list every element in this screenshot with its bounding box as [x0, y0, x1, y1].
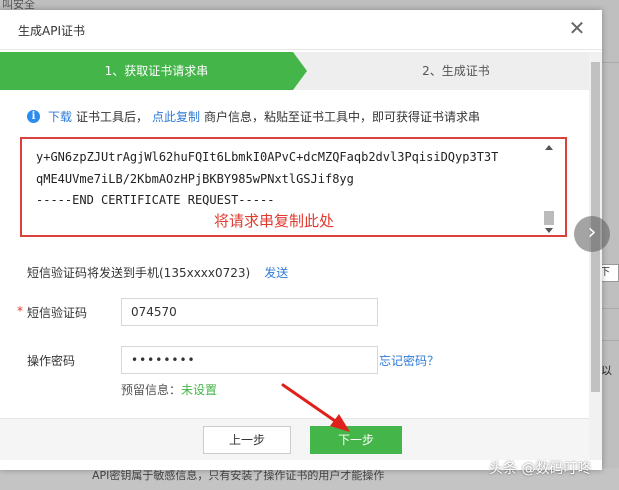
dialog-scrollbar[interactable]: [589, 52, 602, 460]
csr-line: -----END CERTIFICATE REQUEST-----: [36, 193, 275, 207]
operation-password-label: 操作密码: [27, 354, 76, 368]
sms-notice: 短信验证码将发送到手机(135xxxx0723) 发送: [27, 264, 288, 281]
generate-api-cert-dialog: 生成API证书 ✕ 1、获取证书请求串 2、生成证书: [0, 10, 602, 470]
scroll-up-icon[interactable]: [545, 145, 553, 150]
backdrop-divider: [599, 308, 619, 309]
csr-content: y+GN6zpZJUtrAgjWl62huFQIt6LbmkI0APvC+dcM…: [36, 147, 498, 212]
forgot-password-link[interactable]: 忘记密码？: [379, 352, 439, 369]
watermark: 头条 @数码叮咚: [489, 461, 592, 477]
backdrop-side-text: 以舞: [601, 364, 612, 377]
step-indicator: 1、获取证书请求串 2、生成证书: [0, 52, 602, 90]
required-mark: *: [17, 304, 23, 318]
prev-step-button[interactable]: 上一步: [203, 426, 291, 454]
backdrop-divider: [599, 340, 619, 341]
backdrop-bottom-text: API密钥属于敏感信息，只有安装了操作证书的用户才能操作: [92, 469, 385, 482]
operation-password-input[interactable]: ••••••••: [121, 346, 378, 374]
copy-merchant-info-link[interactable]: 点此复制: [152, 108, 200, 125]
dialog-footer: [0, 418, 589, 460]
step-2-generate-cert: 2、生成证书: [422, 64, 490, 78]
backdrop-divider: [599, 62, 619, 63]
chevron-right-icon[interactable]: ›: [574, 216, 610, 252]
dialog-title: 生成API证书: [18, 24, 85, 38]
instruction-line: i 下载 证书工具后， 点此复制 商户信息，粘贴至证书工具中，即可获得证书请求串: [27, 108, 484, 125]
step-1-get-csr: 1、获取证书请求串: [0, 52, 293, 90]
sms-code-input[interactable]: 074570: [121, 298, 378, 326]
csr-scrollbar[interactable]: [543, 145, 555, 233]
csr-annotation: 将请求串复制此处: [214, 212, 335, 230]
csr-line: qME4UVme7iLB/2KbmAOzHPjBKBY985wPNxtlGSJi…: [36, 171, 354, 186]
dialog-header: 生成API证书 ✕: [0, 10, 602, 50]
step-arrow-icon: [293, 52, 307, 90]
scroll-thumb[interactable]: [544, 211, 554, 225]
instruction-text-2: 商户信息，粘贴至证书工具中，即可获得证书请求串: [204, 110, 481, 124]
reserve-info-value: 未设置: [181, 383, 218, 397]
instruction-text-1: 证书工具后，: [76, 110, 149, 124]
backdrop-top-text: 叫安全: [2, 0, 35, 11]
sms-notice-text: 短信验证码将发送到手机(135xxxx0723): [27, 266, 251, 280]
download-tool-link[interactable]: 下载: [48, 108, 72, 125]
reserve-info: 预留信息：未设置: [121, 381, 217, 398]
scroll-down-icon[interactable]: [545, 228, 553, 233]
next-step-button[interactable]: 下一步: [310, 426, 402, 454]
close-icon[interactable]: ✕: [568, 18, 586, 38]
info-icon: i: [27, 110, 40, 123]
send-sms-link[interactable]: 发送: [264, 266, 288, 280]
sms-code-label: 短信验证码: [27, 306, 88, 320]
csr-line: y+GN6zpZJUtrAgjWl62huFQIt6LbmkI0APvC+dcM…: [36, 150, 499, 164]
reserve-info-label: 预留信息：: [121, 383, 182, 397]
